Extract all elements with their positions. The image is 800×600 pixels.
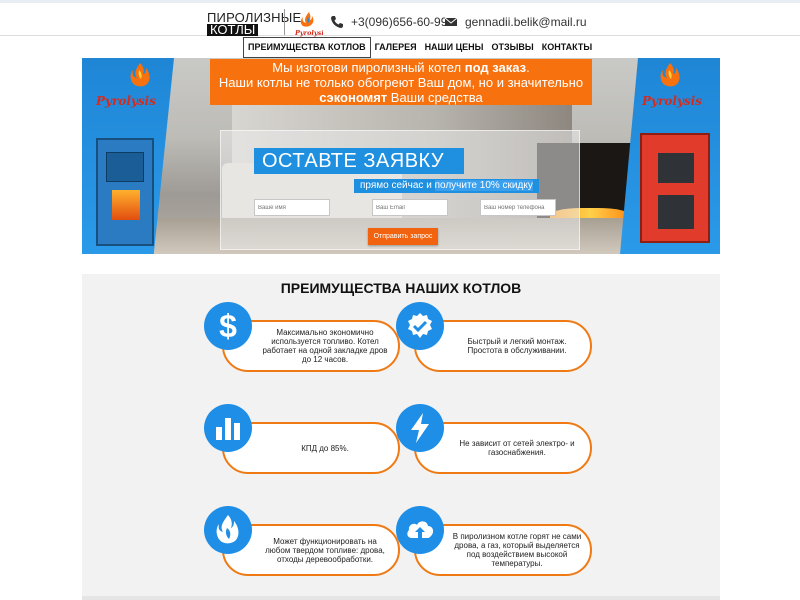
email-address: gennadii.belik@mail.ru: [465, 15, 587, 29]
cloud-upload-icon: [396, 506, 444, 554]
email-input[interactable]: [372, 199, 448, 216]
submit-request-button[interactable]: Отправить запрос: [368, 228, 438, 245]
phone-number: +3(096)656-60-99: [351, 15, 448, 29]
main-nav: ПРЕИМУЩЕСТВА КОТЛОВ ГАЛЕРЕЯ НАШИ ЦЕНЫ ОТ…: [243, 37, 596, 58]
checkmark-icon: [396, 302, 444, 350]
page: ПИРОЛИЗНЫЕ КОТЛЫ Pyrolysis +3(096)656-60…: [0, 0, 800, 600]
logo-brand-text: Pyrolysis: [295, 29, 323, 37]
nav-item-reviews[interactable]: ОТЗЫВЫ: [487, 37, 537, 58]
right-product-panel: Pyrolysis: [620, 58, 720, 254]
phone-input[interactable]: [480, 199, 556, 216]
boiler-fire: [112, 190, 140, 220]
phone-icon: [330, 15, 344, 29]
lightning-icon: [396, 404, 444, 452]
email-contact[interactable]: gennadii.belik@mail.ru: [444, 15, 587, 29]
advantage-text: Быстрый и легкий монтаж. Простота в обсл…: [467, 337, 567, 355]
promo-line1: Мы изготови пиролизный котел под заказ.: [272, 60, 530, 75]
flame-icon: [658, 62, 682, 90]
envelope-icon: [444, 15, 458, 29]
promo-line3: сэкономят Ваши средства: [319, 90, 483, 105]
advantage-text: Максимально экономично используется топл…: [262, 328, 388, 364]
header: ПИРОЛИЗНЫЕ КОТЛЫ Pyrolysis +3(096)656-60…: [0, 0, 800, 37]
logo-divider: [284, 9, 285, 35]
order-form-title: ОСТАВТЕ ЗАЯВКУ: [254, 148, 464, 174]
nav-item-contacts[interactable]: КОНТАКТЫ: [538, 37, 596, 58]
promo-banner: Мы изготови пиролизный котел под заказ. …: [210, 59, 592, 105]
name-input[interactable]: [254, 199, 330, 216]
bar-chart-icon: [204, 404, 252, 452]
boiler-red-image: [640, 133, 710, 243]
advantage-text: КПД до 85%.: [301, 443, 349, 453]
nav-item-advantages[interactable]: ПРЕИМУЩЕСТВА КОТЛОВ: [243, 37, 371, 58]
flame-icon: [128, 62, 152, 90]
nav-item-prices[interactable]: НАШИ ЦЕНЫ: [421, 37, 488, 58]
boiler-door: [658, 195, 694, 229]
advantage-text: Не зависит от сетей электро- и газоснабж…: [459, 439, 575, 457]
brand-left: Pyrolysis: [96, 94, 156, 108]
order-form-subtitle: прямо сейчас и получите 10% скидку: [354, 179, 539, 193]
logo-line2: КОТЛЫ: [207, 23, 259, 36]
boiler-blue-image: [96, 138, 154, 246]
boiler-door: [658, 153, 694, 183]
flame-logo-icon: Pyrolysis: [294, 11, 328, 37]
section-bottom-bar: [82, 596, 720, 600]
nav-item-gallery[interactable]: ГАЛЕРЕЯ: [371, 37, 421, 58]
advantage-text: В пиролизном котле горят не сами дрова, …: [452, 532, 582, 568]
brand-right: Pyrolysis: [642, 94, 702, 108]
advantages-title: ПРЕИМУЩЕСТВА НАШИХ КОТЛОВ: [280, 280, 522, 296]
advantages-section: ПРЕИМУЩЕСТВА НАШИХ КОТЛОВ Максимально эк…: [82, 274, 720, 600]
advantage-text: Может функционировать на любом твердом т…: [265, 536, 385, 564]
svg-text:$: $: [219, 309, 237, 343]
logo[interactable]: ПИРОЛИЗНЫЕ КОТЛЫ: [207, 11, 301, 36]
hero-banner: Pyrolysis Pyrolysis Мы изготови пиролизн…: [82, 58, 720, 254]
phone-contact[interactable]: +3(096)656-60-99: [330, 15, 447, 29]
promo-line2: Наши котлы не только обогреют Ваш дом, н…: [218, 75, 584, 90]
boiler-door: [106, 152, 144, 182]
fire-icon: [204, 506, 252, 554]
dollar-icon: $: [204, 302, 252, 350]
